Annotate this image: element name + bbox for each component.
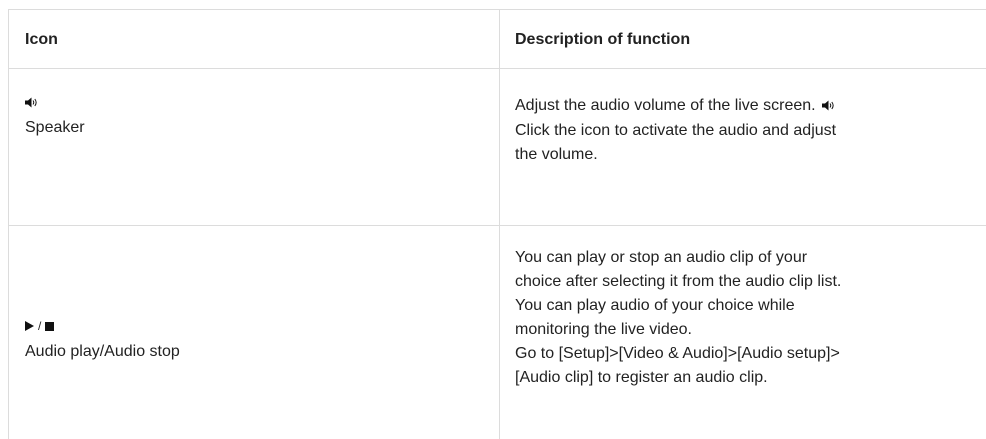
icon-cell-speaker: Speaker [25, 95, 485, 140]
description-line: Go to [Setup]>[Video & Audio]>[Audio set… [515, 345, 840, 362]
speaker-icon [821, 95, 836, 119]
play-icon [25, 321, 34, 331]
table-header-row: Icon Description of function [9, 10, 986, 69]
icon-label-audio: Audio play/Audio stop [25, 343, 180, 360]
description-line: [Audio clip] to register an audio clip. [515, 369, 768, 386]
audio-icons: / [25, 319, 485, 333]
description-line: the volume. [515, 146, 598, 163]
description-line: choice after selecting it from the audio… [515, 273, 842, 290]
table-row-speaker: Speaker Adjust the audio volume of the l… [9, 69, 986, 226]
stop-icon [45, 321, 55, 331]
icon-separator: / [38, 319, 42, 333]
description-text: Adjust the audio volume of the live scre… [515, 97, 816, 114]
description-line: You can play audio of your choice while [515, 297, 795, 314]
speaker-icon [25, 95, 485, 109]
description-cell-speaker: Adjust the audio volume of the live scre… [515, 94, 975, 167]
description-cell-audio: You can play or stop an audio clip of yo… [515, 246, 975, 390]
icon-label-speaker: Speaker [25, 119, 85, 136]
description-line: Click the icon to activate the audio and… [515, 122, 837, 139]
table-row-audio-play-stop: / Audio play/Audio stop You can play or … [9, 226, 986, 439]
icon-cell-audio: / Audio play/Audio stop [25, 319, 485, 364]
description-line: Adjust the audio volume of the live scre… [515, 94, 975, 119]
description-line: monitoring the live video. [515, 321, 692, 338]
header-description: Description of function [515, 31, 691, 48]
header-icon: Icon [25, 31, 58, 48]
description-line: You can play or stop an audio clip of yo… [515, 249, 808, 266]
function-table: Icon Description of function Speaker Adj… [8, 9, 986, 439]
